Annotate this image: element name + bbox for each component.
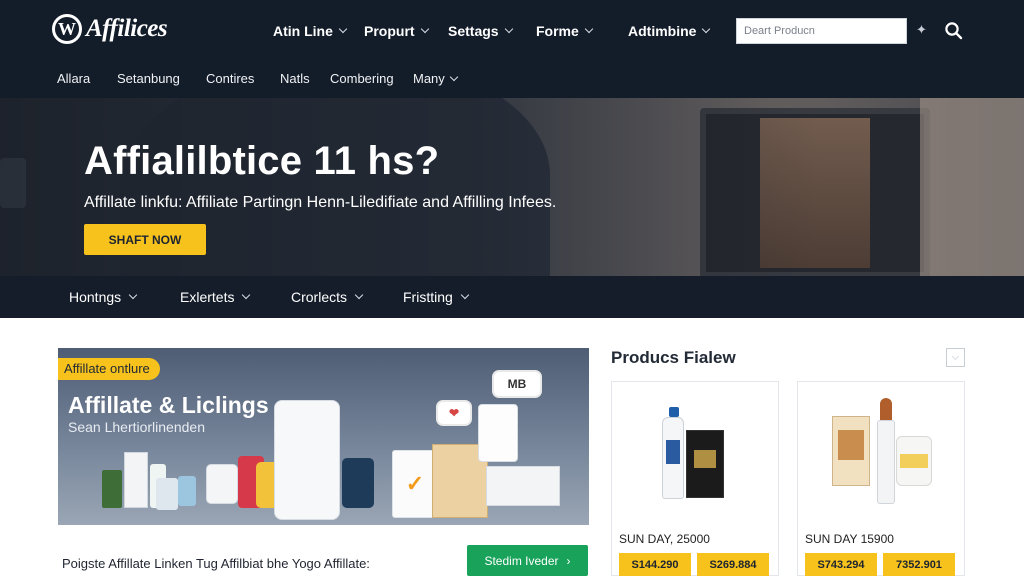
price-tag[interactable]: 7352.901 bbox=[883, 553, 955, 576]
category-bar: Hontngs Exlertets Crorlects Fristting bbox=[0, 276, 1024, 318]
main-nav-item-atin-line[interactable]: Atin Line bbox=[273, 23, 348, 39]
category-item-hontngs[interactable]: Hontngs bbox=[69, 289, 138, 305]
product-box-green bbox=[102, 470, 122, 508]
banner-subtitle: Sean Lhertiorlinenden bbox=[68, 419, 205, 435]
wordpress-logo-icon: W bbox=[52, 14, 82, 44]
spray-nozzle bbox=[669, 407, 679, 417]
sub-nav-label: Contires bbox=[206, 71, 255, 86]
price-tag[interactable]: S269.884 bbox=[697, 553, 769, 576]
sub-nav-item-setanbung[interactable]: Setanbung bbox=[117, 71, 180, 86]
sub-nav-label: Allara bbox=[57, 71, 91, 86]
brand-logo[interactable]: W Affilices bbox=[52, 14, 168, 44]
chevron-down-icon bbox=[242, 290, 251, 300]
category-label: Fristting bbox=[403, 289, 453, 305]
product-box-gold-text bbox=[694, 450, 716, 468]
sub-nav-label: Natls bbox=[280, 71, 310, 86]
chevron-down-icon bbox=[951, 352, 960, 360]
product-card[interactable]: SUN DAY 15900 S743.294 7352.901 bbox=[797, 381, 965, 576]
product-box-white bbox=[124, 452, 148, 508]
sub-nav-label: Setanbung bbox=[117, 71, 180, 86]
chevron-down-icon bbox=[338, 24, 348, 34]
products-panel-toggle[interactable] bbox=[946, 348, 965, 367]
sparkle-icon[interactable]: ✦ bbox=[916, 22, 927, 38]
product-card-label: SUN DAY 15900 bbox=[805, 532, 894, 546]
main-nav-label: Settags bbox=[448, 23, 499, 39]
order-button[interactable]: Stedim Iveder › bbox=[467, 545, 588, 576]
search-icon[interactable] bbox=[944, 21, 964, 41]
hero-banner: Affialilbtice 11 hs? Affillate linkfu: A… bbox=[0, 98, 1024, 276]
products-panel-title: Producs Fialew bbox=[611, 348, 736, 367]
main-nav-label: Atin Line bbox=[273, 23, 333, 39]
banner-bubble-heart: ❤ bbox=[436, 400, 472, 426]
category-label: Hontngs bbox=[69, 289, 122, 305]
sub-nav-label: Combering bbox=[330, 71, 394, 86]
chevron-down-icon bbox=[128, 290, 138, 300]
banner-bubble-badge: MB bbox=[492, 370, 542, 398]
sub-nav-item-many[interactable]: Many bbox=[413, 71, 459, 86]
brand-name: Affilices bbox=[86, 15, 168, 42]
spray-bottle-label bbox=[666, 440, 680, 464]
chevron-down-icon bbox=[460, 290, 470, 300]
banner-title: Affillate & Liclings bbox=[68, 392, 269, 418]
product-card[interactable]: SUN DAY, 25000 S144.290 S269.884 bbox=[611, 381, 779, 576]
main-nav-item-propurt[interactable]: Propurt bbox=[364, 23, 429, 39]
search-input[interactable] bbox=[736, 18, 907, 44]
chevron-right-icon: › bbox=[566, 553, 571, 568]
shop-now-button[interactable]: SHAFT NOW bbox=[84, 224, 206, 255]
main-nav-label: Adtimbine bbox=[628, 23, 697, 39]
top-navigation-bar: W Affilices Atin Line Propurt Settags Fo… bbox=[0, 0, 1024, 98]
sub-nav-item-combering[interactable]: Combering bbox=[330, 71, 394, 86]
product-jar-cream-label bbox=[900, 454, 928, 468]
main-nav-item-forme[interactable]: Forme bbox=[536, 23, 594, 39]
chevron-down-icon bbox=[449, 72, 459, 81]
product-jar-blue bbox=[178, 476, 196, 506]
order-button-label: Stedim Iveder bbox=[484, 553, 559, 568]
product-bag-white bbox=[274, 400, 340, 520]
promo-banner[interactable]: Affillate ontlure Affillate & Liclings S… bbox=[58, 348, 589, 525]
product-bottle-tall bbox=[877, 420, 895, 504]
product-pouch-image bbox=[838, 430, 864, 460]
bottle-cap bbox=[880, 398, 892, 420]
sub-nav-item-contires[interactable]: Contires bbox=[206, 71, 254, 86]
affiliate-description: Poigste Affillate Linken Tug Affilbiat b… bbox=[62, 556, 370, 571]
category-item-exlertets[interactable]: Exlertets bbox=[180, 289, 251, 305]
product-card-label: SUN DAY, 25000 bbox=[619, 532, 710, 546]
product-jar-white bbox=[206, 464, 238, 504]
chevron-down-icon bbox=[702, 24, 711, 34]
chevron-down-icon bbox=[354, 290, 364, 300]
category-label: Exlertets bbox=[180, 289, 235, 305]
product-jar-navy bbox=[342, 458, 374, 508]
category-item-fristting[interactable]: Fristting bbox=[403, 289, 470, 305]
chevron-down-icon bbox=[504, 24, 513, 34]
main-nav-item-adtimbine[interactable]: Adtimbine bbox=[628, 23, 711, 39]
hero-subtitle: Affillate linkfu: Affiliate Partingn Hen… bbox=[84, 194, 557, 211]
main-nav-label: Propurt bbox=[364, 23, 415, 39]
hero-title: Affialilbtice 11 hs? bbox=[84, 139, 440, 183]
chevron-down-icon bbox=[584, 24, 594, 34]
price-tag[interactable]: S144.290 bbox=[619, 553, 691, 576]
chevron-down-icon bbox=[420, 24, 429, 34]
sub-nav-item-allara[interactable]: Allara bbox=[57, 71, 90, 86]
sub-nav-item-natls[interactable]: Natls bbox=[280, 71, 310, 86]
banner-tag: Affillate ontlure bbox=[58, 358, 160, 380]
category-label: Crorlects bbox=[291, 289, 348, 305]
main-nav-label: Forme bbox=[536, 23, 579, 39]
main-nav-item-settags[interactable]: Settags bbox=[448, 23, 513, 39]
product-box-long bbox=[486, 466, 560, 506]
product-box-small-white bbox=[478, 404, 518, 462]
product-tube bbox=[156, 478, 178, 510]
category-item-crorlects[interactable]: Crorlects bbox=[291, 289, 364, 305]
sub-nav-label: Many bbox=[413, 71, 445, 86]
price-tag[interactable]: S743.294 bbox=[805, 553, 877, 576]
